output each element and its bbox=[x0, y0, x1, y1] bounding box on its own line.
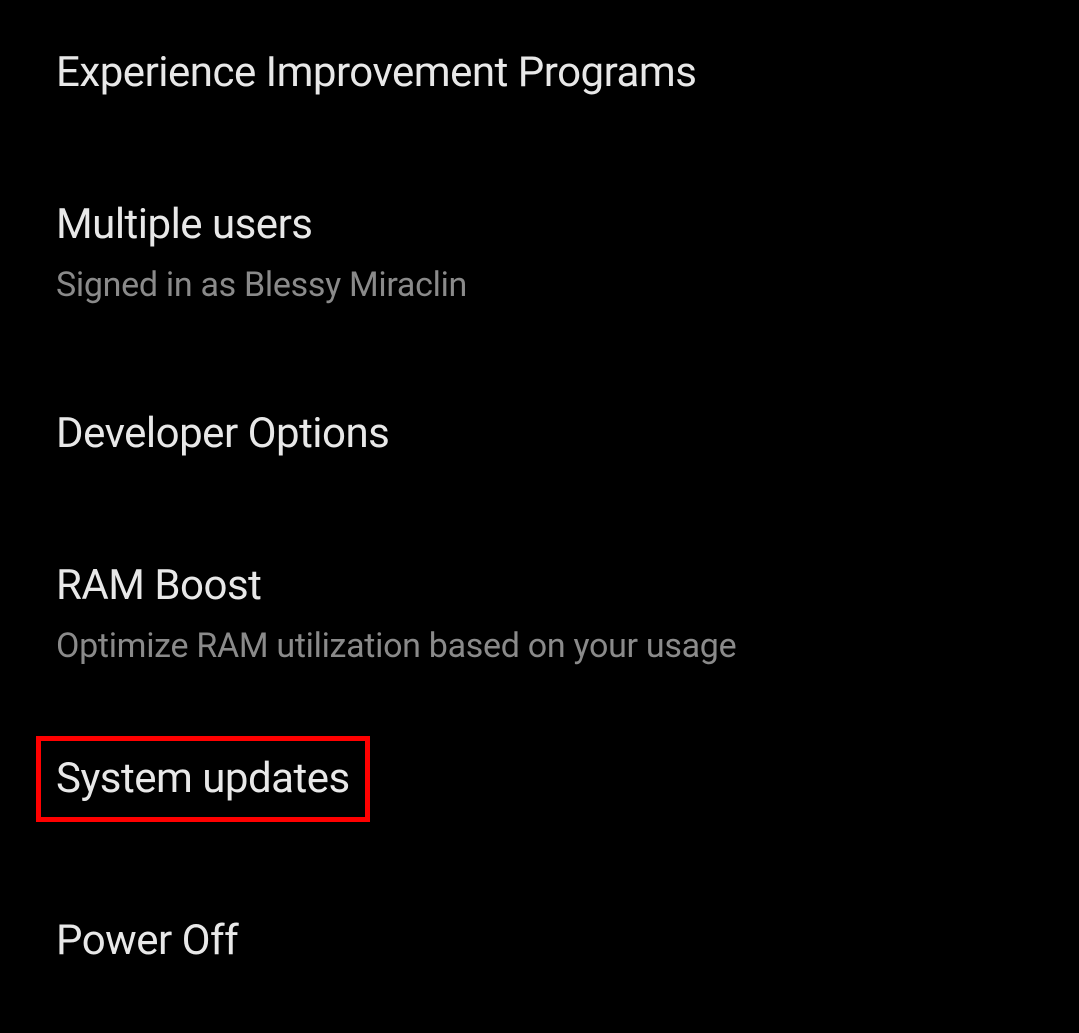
item-title: Multiple users bbox=[56, 200, 1079, 250]
settings-item-developer-options[interactable]: Developer Options bbox=[56, 409, 1079, 459]
item-subtitle: Signed in as Blessy Miraclin bbox=[56, 263, 1079, 307]
settings-item-multiple-users[interactable]: Multiple users Signed in as Blessy Mirac… bbox=[56, 200, 1079, 307]
settings-item-experience-improvement[interactable]: Experience Improvement Programs bbox=[56, 48, 1079, 98]
item-title: System updates bbox=[56, 754, 350, 804]
item-title: RAM Boost bbox=[56, 561, 1079, 611]
highlight-box: System updates bbox=[36, 736, 370, 822]
item-title: Power Off bbox=[56, 916, 1079, 966]
item-title: Developer Options bbox=[56, 409, 1079, 459]
item-title: Experience Improvement Programs bbox=[56, 48, 1079, 98]
item-subtitle: Optimize RAM utilization based on your u… bbox=[56, 624, 1079, 668]
settings-list: Experience Improvement Programs Multiple… bbox=[0, 0, 1079, 967]
settings-item-system-updates[interactable]: System updates bbox=[56, 736, 1079, 822]
settings-item-power-off[interactable]: Power Off bbox=[56, 916, 1079, 966]
settings-item-ram-boost[interactable]: RAM Boost Optimize RAM utilization based… bbox=[56, 561, 1079, 668]
